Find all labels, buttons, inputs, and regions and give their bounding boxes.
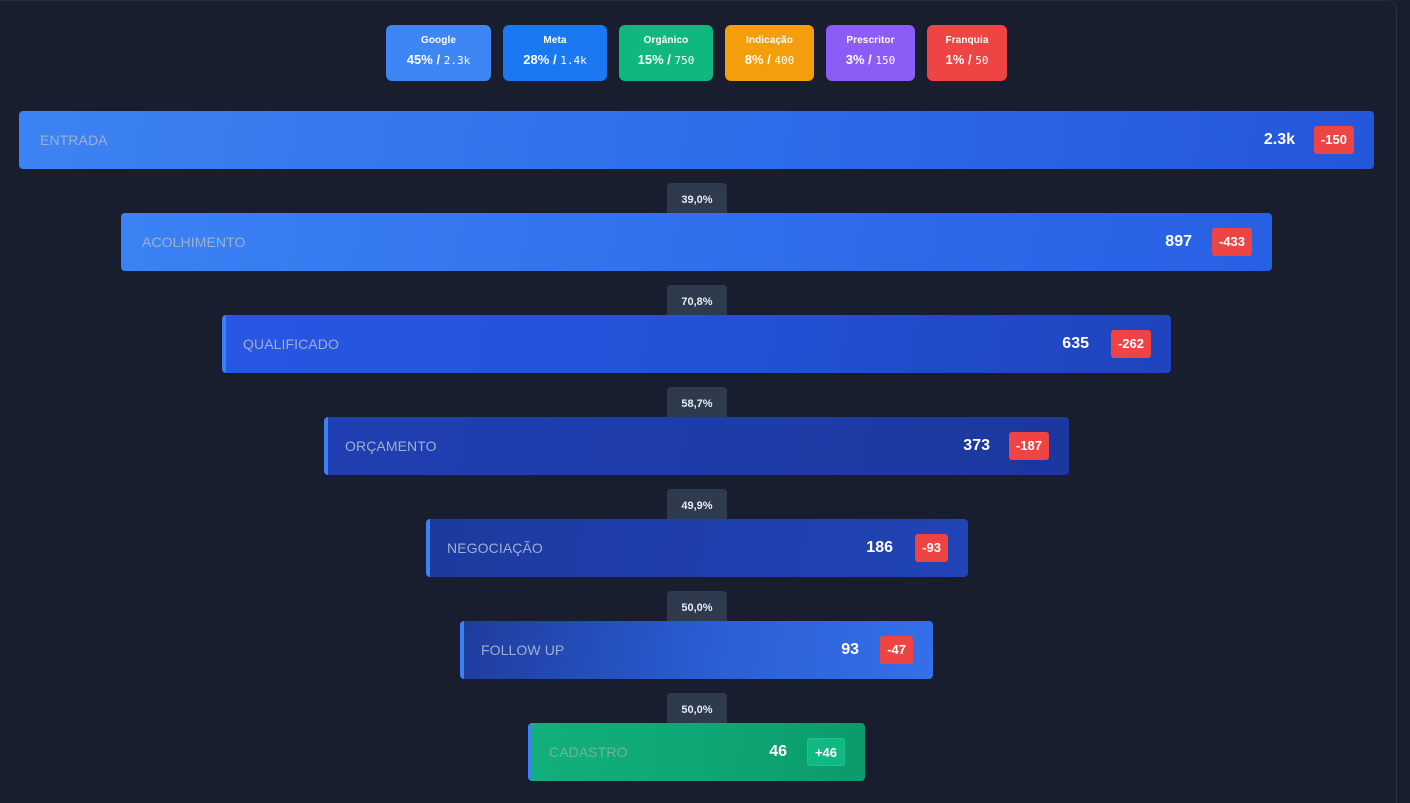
conversion-rate-pill: 50,0% [667, 591, 727, 625]
stage-delta-badge: -433 [1211, 228, 1252, 256]
source-percent: 3% [845, 52, 865, 67]
stage-delta-badge: -262 [1110, 330, 1151, 358]
source-count: 2.3k [443, 54, 471, 67]
source-name: Franquia [945, 35, 989, 46]
stage-label: ORÇAMENTO [345, 438, 437, 454]
source-percent: 45% [406, 52, 433, 67]
source-chip-organico[interactable]: Orgânico 15% / 750 [619, 25, 713, 81]
source-chip-prescritor[interactable]: Prescritor 3% / 150 [826, 25, 915, 81]
source-name: Google [420, 35, 457, 46]
source-count: 1.4k [560, 54, 587, 67]
source-percent: 8% [744, 52, 764, 67]
stage-delta-badge: -150 [1313, 126, 1354, 154]
stage-label: ACOLHIMENTO [142, 234, 246, 250]
conversion-rate-pill: 49,9% [667, 489, 727, 523]
source-percent: 28% [523, 52, 550, 67]
source-count: 400 [774, 54, 795, 67]
funnel-stage-cadastro[interactable]: CADASTRO 46 +46 [528, 723, 865, 781]
funnel-stage-negociacao[interactable]: NEGOCIAÇÃO 186 -93 [426, 519, 968, 577]
conversion-rate-pill: 50,0% [667, 693, 727, 727]
conversion-rate-pill: 70,8% [667, 285, 727, 319]
source-count: 750 [674, 54, 695, 67]
source-name: Indicação [745, 35, 794, 46]
stage-value: 93 [841, 641, 859, 658]
stage-delta-badge: +46 [806, 738, 845, 766]
funnel-panel: Google 45% / 2.3k Meta 28% / 1.4k Orgâni… [0, 0, 1397, 803]
stage-label: CADASTRO [549, 744, 628, 760]
stage-label: QUALIFICADO [243, 336, 340, 352]
source-chip-indicacao[interactable]: Indicação 8% / 400 [725, 25, 814, 81]
stage-label: ENTRADA [40, 132, 108, 148]
source-name: Orgânico [643, 35, 689, 46]
stage-value: 186 [866, 539, 893, 556]
stage-value: 635 [1062, 335, 1089, 352]
funnel-stage-acolhimento[interactable]: ACOLHIMENTO 897 -433 [121, 213, 1272, 271]
source-percent: 15% [637, 52, 664, 67]
source-count: 150 [875, 54, 896, 67]
funnel-stage-entrada[interactable]: ENTRADA 2.3k -150 [19, 111, 1374, 169]
conversion-rate-pill: 39,0% [667, 183, 727, 217]
stage-label: FOLLOW UP [481, 642, 565, 658]
funnel-stage-follow-up[interactable]: FOLLOW UP 93 -47 [460, 621, 933, 679]
stage-label: NEGOCIAÇÃO [447, 540, 543, 556]
stage-value: 2.3k [1263, 131, 1295, 148]
stage-value: 46 [769, 743, 787, 760]
source-chip-franquia[interactable]: Franquia 1% / 50 [927, 25, 1007, 81]
source-count: 50 [975, 54, 989, 67]
source-name: Prescritor [846, 35, 895, 46]
stage-delta-badge: -93 [915, 534, 948, 562]
source-percent: 1% [945, 52, 965, 67]
source-name: Meta [543, 35, 567, 46]
stage-delta-badge: -47 [880, 636, 913, 664]
source-chip-meta[interactable]: Meta 28% / 1.4k [503, 25, 607, 81]
conversion-rate-pill: 58,7% [667, 387, 727, 421]
funnel-stage-orcamento[interactable]: ORÇAMENTO 373 -187 [324, 417, 1069, 475]
funnel-stage-qualificado[interactable]: QUALIFICADO 635 -262 [222, 315, 1171, 373]
stage-delta-badge: -187 [1008, 432, 1049, 460]
stage-value: 897 [1165, 233, 1192, 250]
source-chip-google[interactable]: Google 45% / 2.3k [386, 25, 491, 81]
stage-value: 373 [963, 437, 990, 454]
